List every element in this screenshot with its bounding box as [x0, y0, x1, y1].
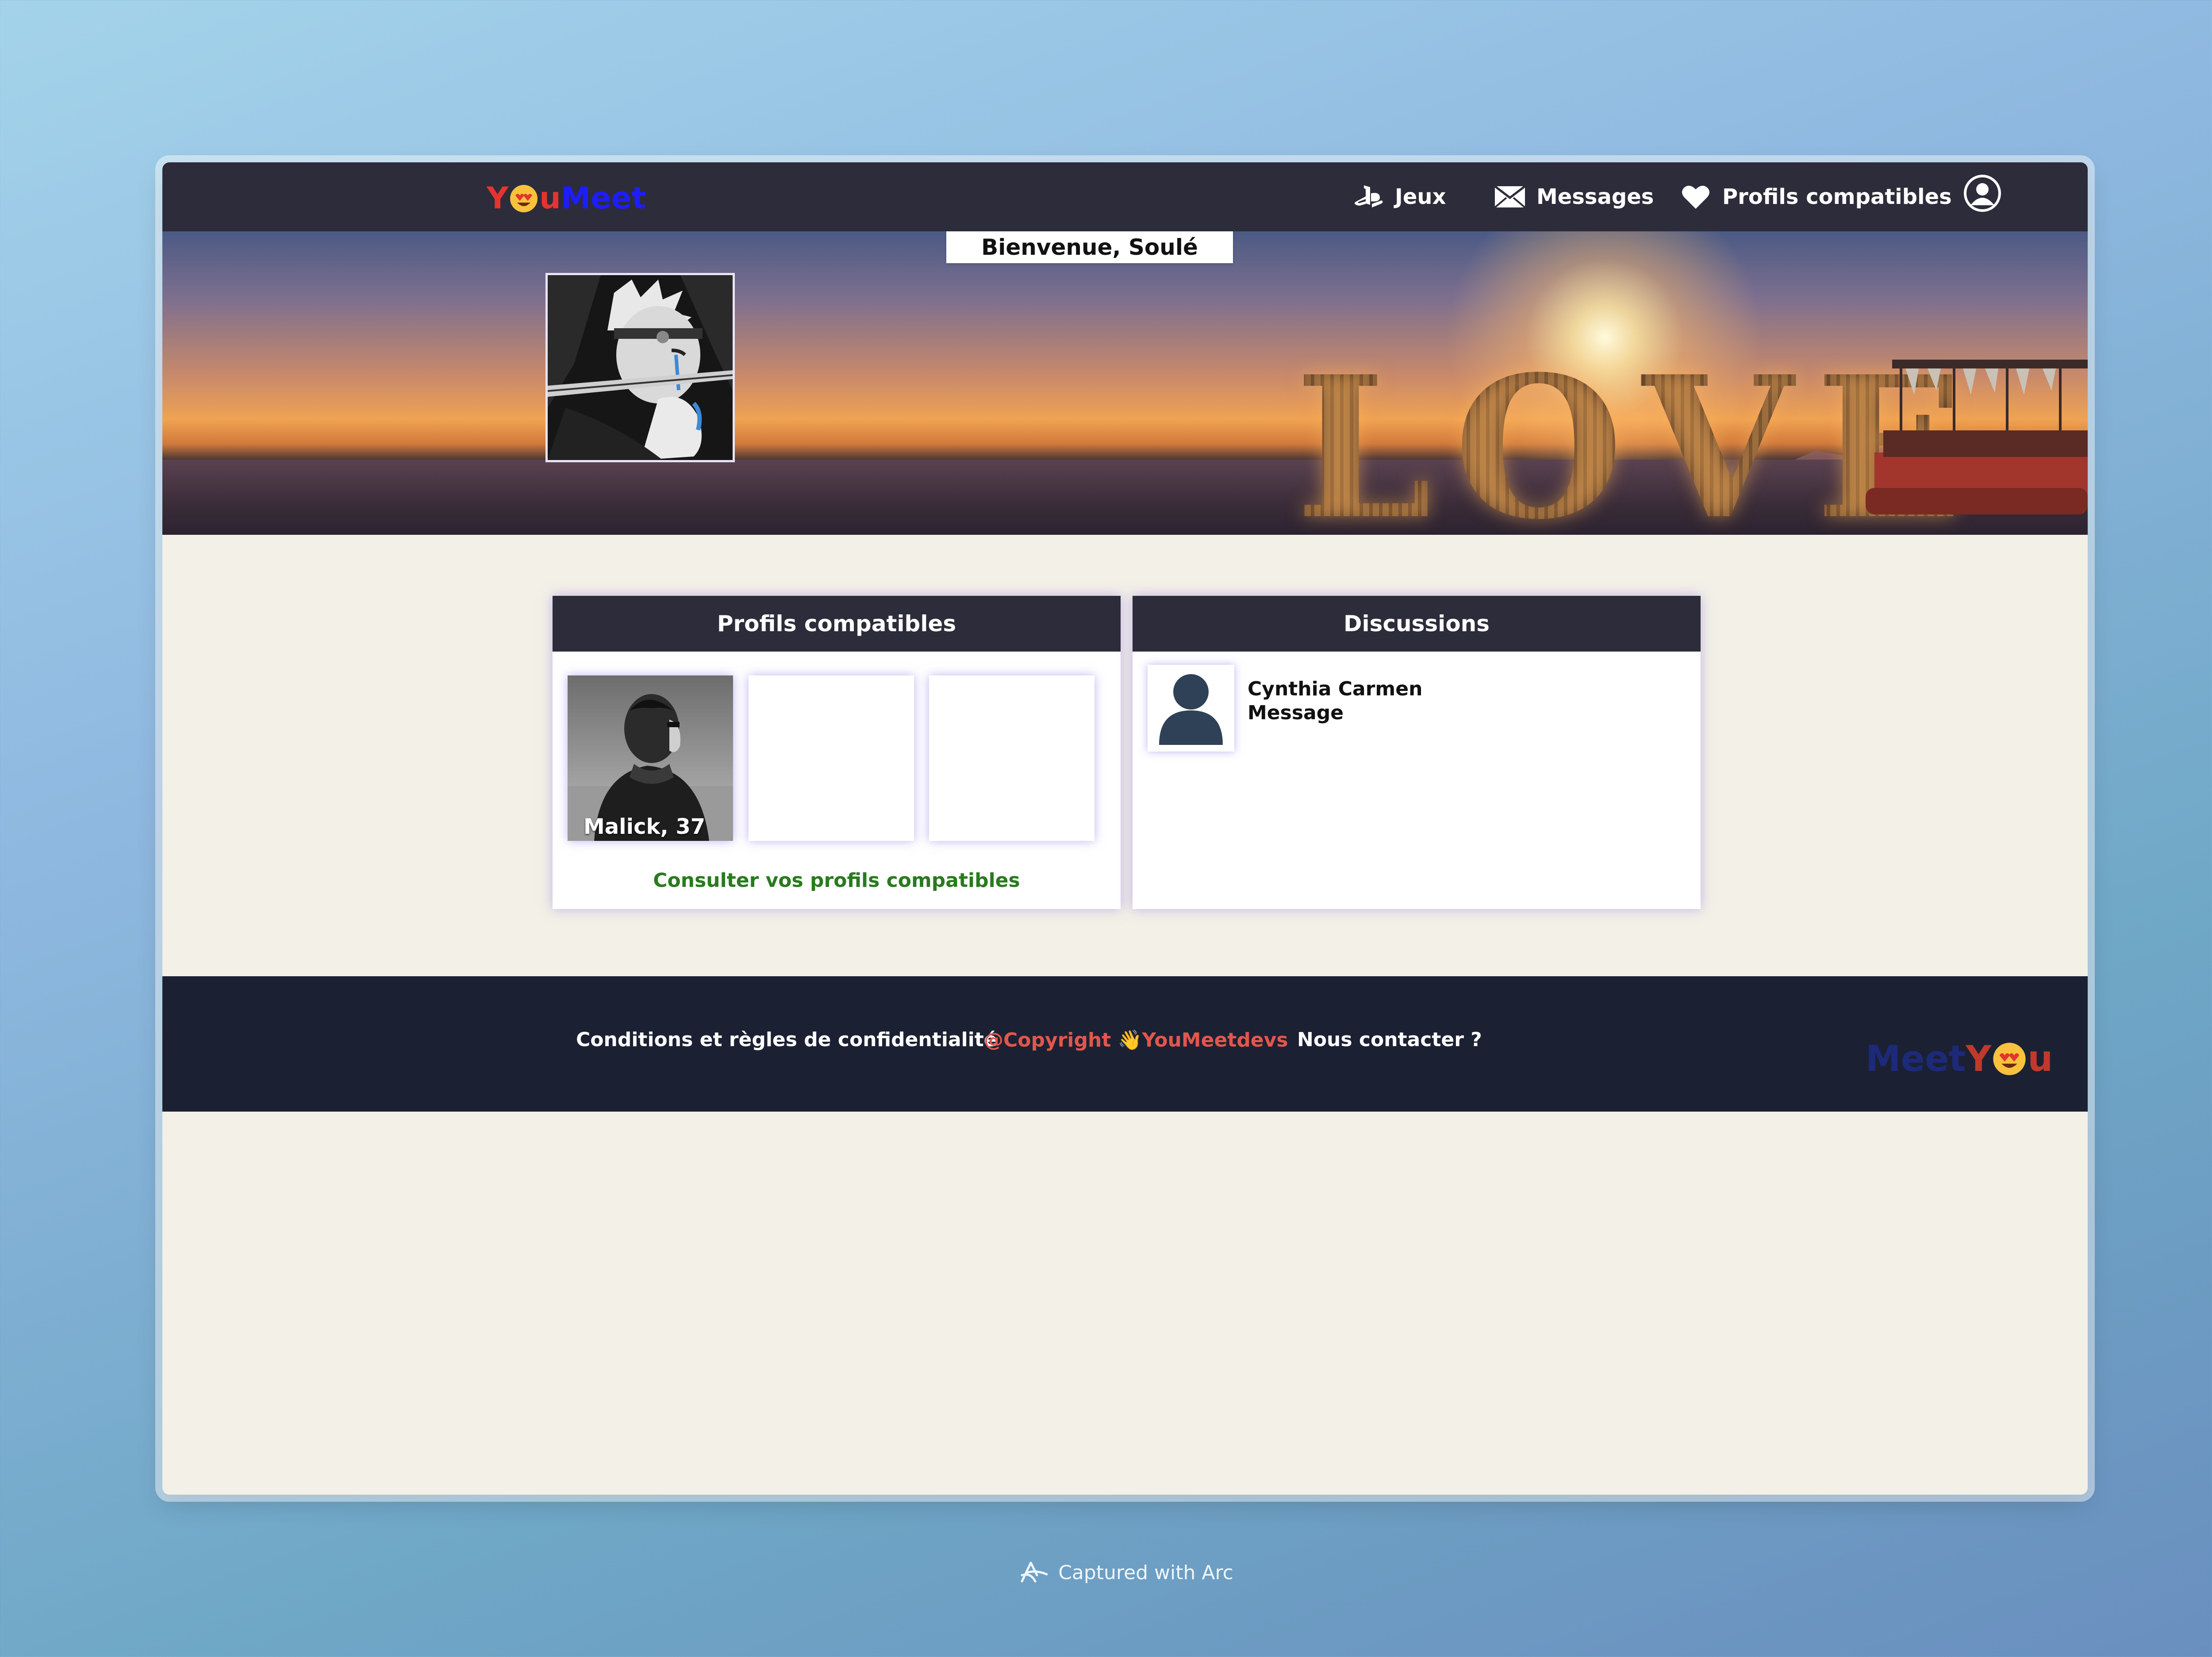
heart-icon [1680, 181, 1712, 213]
footer-copyright: @Copyright 👋YouMeetdevs [984, 1029, 1288, 1051]
footer-logo-y: Y [1966, 1038, 1992, 1079]
consult-compatible-profiles-link[interactable]: Consulter vos profils compatibles [553, 869, 1121, 892]
arc-logo-icon [1021, 1561, 1048, 1583]
discussion-item[interactable]: Cynthia Carmen Message [1148, 665, 1422, 752]
navbar: Y u Meet Jeux Messages Profils compatibl… [162, 162, 2088, 231]
footer-logo-meet: Meet [1866, 1038, 1966, 1079]
heart-eyes-emoji-icon [1992, 1042, 2027, 1076]
logo-word-meet: Meet [561, 181, 646, 216]
cover-banner: LOVE [162, 231, 2088, 535]
discussion-text: Cynthia Carmen Message [1248, 677, 1422, 725]
art-car-boat [1866, 360, 2088, 514]
user-silhouette-icon [1159, 674, 1223, 745]
compatible-profiles-title: Profils compatibles [553, 596, 1121, 652]
compatible-profiles-card: Profils compatibles Malick, 37 Consulter… [553, 596, 1121, 909]
nav-messages[interactable]: Messages [1494, 178, 1654, 215]
app-logo[interactable]: Y u Meet [487, 181, 646, 216]
profile-avatar[interactable] [545, 273, 735, 462]
nav-messages-label: Messages [1536, 184, 1654, 209]
logo-letter-y: Y [487, 181, 509, 216]
nav-jeux-label: Jeux [1395, 184, 1446, 209]
discussion-preview: Message [1248, 702, 1344, 724]
playstation-icon [1352, 181, 1384, 213]
footer-logo: Meet Y u [1866, 1038, 2053, 1079]
footer-logo-u: u [2028, 1038, 2053, 1079]
welcome-message: Bienvenue, Soulé [946, 231, 1233, 263]
discussion-avatar [1148, 665, 1234, 752]
heart-eyes-emoji-icon [509, 184, 538, 213]
nav-jeux[interactable]: Jeux [1352, 178, 1446, 215]
envelope-icon [1494, 181, 1526, 213]
discussions-card: Discussions Cynthia Carmen Message [1133, 596, 1701, 909]
logo-letter-u: u [539, 181, 561, 216]
capture-watermark-text: Captured with Arc [1058, 1561, 1233, 1584]
nav-profils-compatibles[interactable]: Profils compatibles [1680, 178, 1952, 215]
discussion-contact-name: Cynthia Carmen [1248, 678, 1423, 700]
footer: Conditions et règles de confidentialité … [162, 976, 2088, 1112]
browser-window: Y u Meet Jeux Messages Profils compatibl… [162, 162, 2088, 1495]
footer-contact-link[interactable]: Nous contacter ? [1297, 1028, 1482, 1051]
user-account-button[interactable] [1963, 175, 2002, 212]
nav-profils-label: Profils compatibles [1722, 184, 1952, 209]
user-circle-icon [1963, 174, 2002, 213]
capture-watermark: Captured with Arc [0, 1559, 2212, 1586]
profile-thumbnail-empty[interactable] [929, 675, 1094, 841]
profile-thumbnail-label: Malick, 37 [584, 814, 706, 839]
discussions-title: Discussions [1133, 596, 1701, 652]
profile-thumbnail-malick[interactable]: Malick, 37 [568, 675, 733, 841]
footer-conditions-link[interactable]: Conditions et règles de confidentialité [576, 1028, 997, 1051]
profile-thumbnail-empty[interactable] [749, 675, 914, 841]
